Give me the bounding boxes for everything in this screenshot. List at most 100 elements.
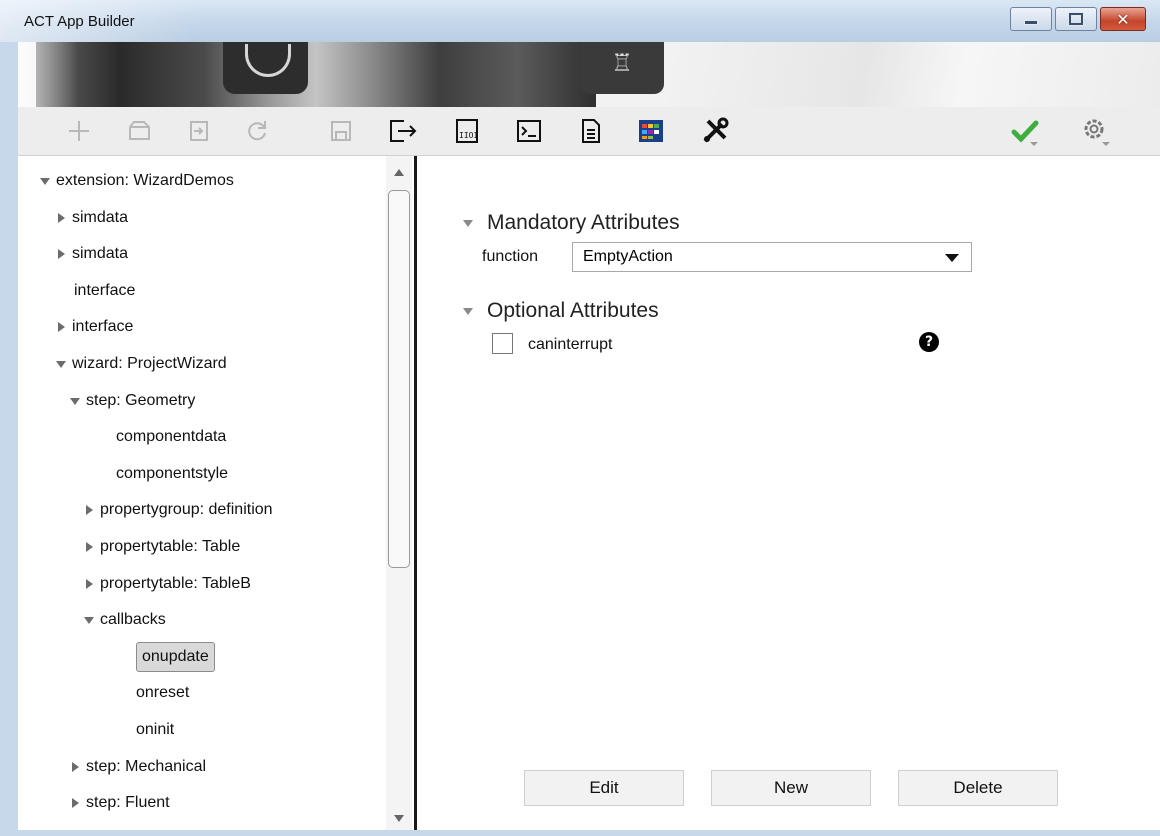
tree-item-selected[interactable]: onupdate	[114, 641, 215, 672]
function-label: function	[482, 248, 539, 265]
open-button[interactable]	[123, 115, 157, 147]
scroll-down-arrow-icon[interactable]	[386, 810, 412, 828]
tree-item-label: propertytable: TableB	[100, 574, 251, 592]
tree-item[interactable]: step: Fluent	[66, 788, 170, 818]
collapsed-arrow-icon[interactable]	[66, 796, 86, 810]
reload-icon	[248, 121, 266, 141]
binary-icon: IIOI	[456, 119, 478, 143]
tree-item-label: interface	[72, 318, 134, 336]
tree-item-label: step: Mechanical	[86, 757, 207, 775]
tree-item[interactable]: componentdata	[94, 422, 226, 452]
tree-panel: extension: WizardDemos simdata simdata inte…	[18, 156, 417, 830]
validate-check-icon	[1011, 120, 1039, 146]
tree-item[interactable]: oninit	[114, 715, 174, 745]
new-button[interactable]: New	[711, 770, 871, 806]
reload-button[interactable]	[240, 115, 274, 147]
collapsed-arrow-icon[interactable]	[52, 320, 72, 334]
collapsed-arrow-icon[interactable]	[80, 577, 100, 591]
caninterrupt-checkbox[interactable]	[492, 333, 513, 354]
section-title: Optional Attributes	[487, 299, 659, 322]
tree-item-label: onupdate	[136, 641, 215, 672]
tree-item[interactable]: wizard: ProjectWizard	[52, 349, 227, 379]
import-icon	[190, 121, 208, 141]
tree-item[interactable]: propertytable: TableB	[80, 569, 251, 599]
document-button[interactable]	[574, 115, 608, 147]
tree-item[interactable]: propertygroup: definition	[80, 495, 273, 525]
help-icon[interactable]: ?	[919, 332, 939, 352]
tree-item[interactable]: componentstyle	[94, 459, 228, 489]
function-select[interactable]: EmptyAction	[572, 242, 972, 272]
tree-item[interactable]: extension: WizardDemos	[36, 166, 234, 196]
tree-item[interactable]: interface	[52, 276, 135, 306]
tree-item-label: step: Fluent	[86, 794, 170, 812]
window-title: ACT App Builder	[24, 13, 135, 30]
validate-button[interactable]	[1008, 115, 1042, 147]
collapsed-arrow-icon[interactable]	[66, 760, 86, 774]
tree-item-label: componentdata	[116, 428, 227, 446]
caninterrupt-label: caninterrupt	[528, 336, 613, 353]
scrollbar-thumb[interactable]	[388, 190, 410, 568]
window-controls: ✕	[1007, 7, 1146, 31]
expanded-arrow-icon[interactable]	[80, 613, 100, 627]
binary-button[interactable]: IIOI	[450, 115, 484, 147]
tree-item-label: oninit	[136, 721, 175, 738]
minimize-icon	[1024, 19, 1038, 25]
edit-button[interactable]: Edit	[524, 770, 684, 806]
target-icon	[223, 42, 308, 94]
mandatory-attributes-header[interactable]: Mandatory Attributes	[463, 211, 680, 235]
header-banner: ♖	[18, 42, 1160, 107]
tree-item[interactable]: simdata	[52, 203, 128, 233]
tree-item-label: componentstyle	[116, 464, 229, 482]
tree-item-label: onreset	[136, 684, 190, 702]
palette-button[interactable]	[634, 115, 668, 147]
tree-item[interactable]: step: Mechanical	[66, 752, 206, 782]
collapsed-arrow-icon[interactable]	[80, 503, 100, 517]
console-button[interactable]	[512, 115, 546, 147]
tree-item-label: simdata	[72, 245, 129, 263]
tree-item-label: simdata	[72, 208, 129, 226]
export-button[interactable]	[386, 115, 420, 147]
delete-button[interactable]: Delete	[898, 770, 1058, 806]
tree-scrollbar[interactable]	[386, 156, 412, 830]
import-button[interactable]	[182, 115, 216, 147]
tree-item-label: extension: WizardDemos	[56, 172, 234, 189]
tree-item[interactable]: interface	[52, 312, 133, 342]
console-icon	[517, 120, 541, 142]
save-icon	[331, 121, 351, 141]
maximize-button[interactable]	[1055, 7, 1097, 31]
export-icon	[390, 120, 417, 142]
expanded-arrow-icon[interactable]	[52, 357, 72, 371]
tree-item-label: propertytable: Table	[100, 538, 241, 555]
scroll-up-arrow-icon[interactable]	[386, 164, 412, 182]
add-button[interactable]	[62, 115, 96, 147]
tree-item[interactable]: step: Geometry	[66, 386, 195, 416]
tree-item[interactable]: onreset	[114, 678, 189, 708]
tree-item-label: callbacks	[100, 611, 166, 629]
tree-item-label: interface	[74, 281, 136, 299]
tree-item[interactable]: callbacks	[80, 605, 166, 635]
collapsed-arrow-icon[interactable]	[52, 211, 72, 225]
tree-item[interactable]: simdata	[52, 239, 128, 269]
collapsed-arrow-icon[interactable]	[52, 247, 72, 261]
function-value: EmptyAction	[583, 248, 673, 265]
expand-triangle-icon	[463, 307, 473, 315]
expand-triangle-icon	[463, 219, 473, 227]
tools-icon	[703, 117, 729, 143]
tower-icon: ♖	[580, 42, 664, 94]
settings-button[interactable]	[1078, 115, 1112, 147]
tools-button[interactable]	[698, 115, 732, 147]
tree-item[interactable]: propertytable: Table	[80, 532, 240, 562]
expanded-arrow-icon[interactable]	[36, 174, 56, 188]
section-title: Mandatory Attributes	[487, 211, 680, 234]
expanded-arrow-icon[interactable]	[66, 394, 86, 408]
minimize-button[interactable]	[1010, 7, 1052, 31]
open-icon	[129, 121, 150, 140]
collapsed-arrow-icon[interactable]	[80, 540, 100, 554]
optional-attributes-header[interactable]: Optional Attributes	[463, 299, 659, 323]
title-bar: ACT App Builder ✕	[0, 0, 1160, 42]
save-button[interactable]	[324, 115, 358, 147]
document-icon	[582, 119, 600, 143]
close-button[interactable]: ✕	[1100, 7, 1146, 31]
palette-icon	[639, 120, 663, 142]
tree-item-label: wizard: ProjectWizard	[72, 355, 227, 372]
